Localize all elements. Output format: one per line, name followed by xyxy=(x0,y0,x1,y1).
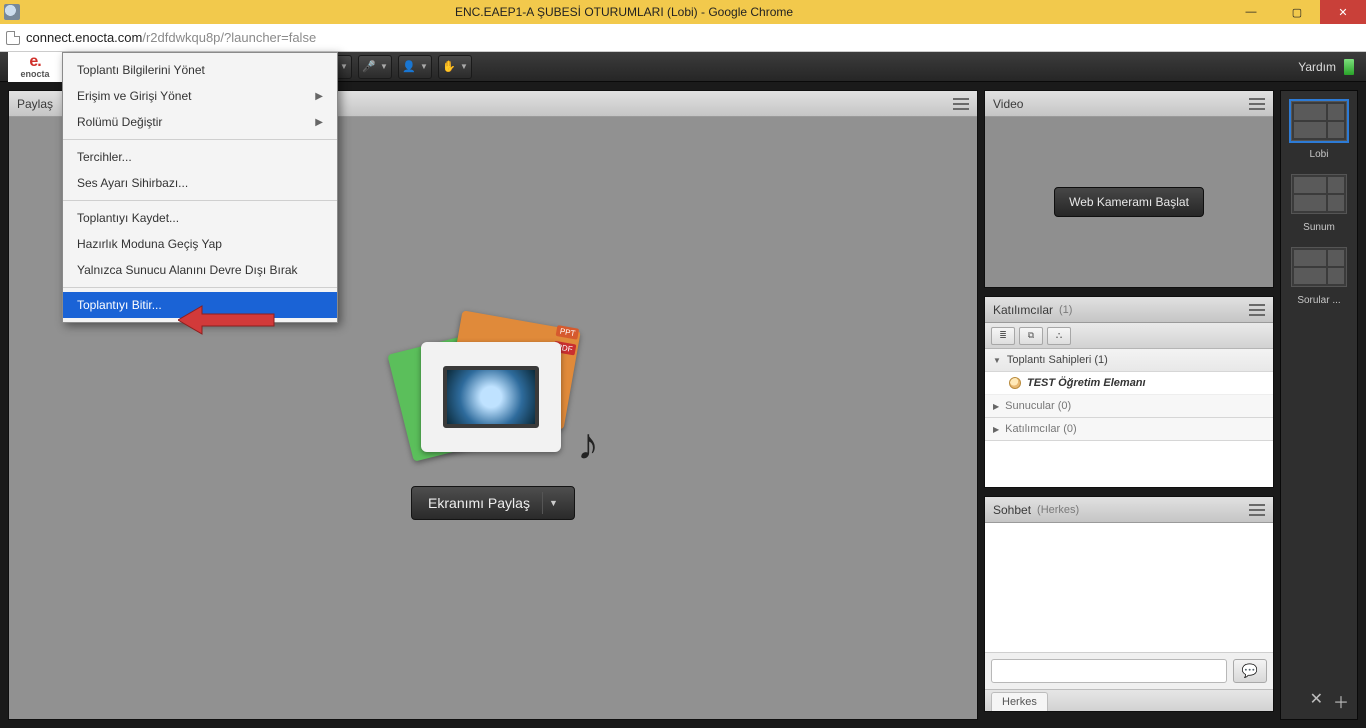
dd-manage-access[interactable]: Erişim ve Girişi Yönet▶ xyxy=(63,83,337,109)
participants-toolbar: ≣ ⧉ ⛬ xyxy=(985,323,1273,349)
raise-hand-icon: ✋ xyxy=(442,60,456,73)
chevron-down-icon: ▼ xyxy=(380,62,388,71)
chat-input-row: 💬 xyxy=(985,652,1273,689)
participants-count: (1) xyxy=(1059,304,1072,316)
window-buttons: — ▢ ✕ xyxy=(1228,0,1366,24)
close-button[interactable]: ✕ xyxy=(1320,0,1366,24)
connection-indicator[interactable] xyxy=(1344,59,1354,75)
microphone-button[interactable]: 🎤▼ xyxy=(358,55,392,79)
add-layout-icon[interactable]: ＋ xyxy=(1333,689,1349,713)
maximize-button[interactable]: ▢ xyxy=(1274,0,1320,24)
user-icon xyxy=(1009,377,1021,389)
video-pod: Video Web Kameramı Başlat xyxy=(984,90,1274,288)
participants-title: Katılımcılar xyxy=(993,303,1053,317)
chat-pod-header: Sohbet (Herkes) xyxy=(985,497,1273,523)
dd-record[interactable]: Toplantıyı Kaydet... xyxy=(63,205,337,231)
triangle-right-icon: ▶ xyxy=(993,425,999,434)
dd-audio-wizard[interactable]: Ses Ayarı Sihirbazı... xyxy=(63,170,337,196)
dd-change-role[interactable]: Rolümü Değiştir▶ xyxy=(63,109,337,135)
dd-presenter-only[interactable]: Yalnızca Sunucu Alanını Devre Dışı Bırak xyxy=(63,257,337,283)
ppt-badge: PPT xyxy=(556,325,579,340)
speech-bubble-icon: 💬 xyxy=(1242,663,1258,679)
chat-tab-everyone[interactable]: Herkes xyxy=(991,692,1048,711)
share-screen-label: Ekranımı Paylaş xyxy=(428,495,530,511)
share-illustration: PPT PDF ♪ xyxy=(393,316,593,466)
dropdown-separator xyxy=(63,200,337,201)
app-root: e. enocta Toplantı Düzenler Bölmeler Ses… xyxy=(0,52,1366,728)
participants-list: ▼Toplantı Sahipleri (1) TEST Öğretim Ele… xyxy=(985,349,1273,487)
chat-messages xyxy=(985,523,1273,652)
microphone-icon: 🎤 xyxy=(362,60,376,73)
layout-label: Sorular ... xyxy=(1297,295,1340,306)
view-list-button[interactable]: ≣ xyxy=(991,327,1015,345)
chevron-down-icon: ▼ xyxy=(420,62,428,71)
participant-name: TEST Öğretim Elemanı xyxy=(1027,377,1146,389)
dd-prepare-mode[interactable]: Hazırlık Moduna Geçiş Yap xyxy=(63,231,337,257)
participants-pod: Katılımcılar (1) ≣ ⧉ ⛬ ▼Toplantı Sahiple… xyxy=(984,296,1274,488)
webcam-button[interactable]: 👤▼ xyxy=(398,55,432,79)
layout-label: Sunum xyxy=(1303,222,1335,233)
meeting-dropdown: Toplantı Bilgilerini Yönet Erişim ve Gir… xyxy=(62,52,338,323)
layouts-panel: Lobi Sunum Sorular ... ✕ ＋ xyxy=(1280,90,1358,720)
group-hosts[interactable]: ▼Toplantı Sahipleri (1) xyxy=(985,349,1273,372)
pod-options-icon[interactable] xyxy=(1249,304,1265,316)
window-title: ENC.EAEP1-A ŞUBESİ OTURUMLARI (Lobi) - G… xyxy=(20,5,1228,19)
chat-scope: (Herkes) xyxy=(1037,504,1079,516)
music-note-icon: ♪ xyxy=(577,420,599,470)
group-presenters[interactable]: ▶Sunucular (0) xyxy=(985,395,1273,418)
share-pod-title: Paylaş xyxy=(17,97,53,111)
minimize-button[interactable]: — xyxy=(1228,0,1274,24)
dd-preferences[interactable]: Tercihler... xyxy=(63,144,337,170)
raise-hand-button[interactable]: ✋▼ xyxy=(438,55,472,79)
layout-thumb-lobby[interactable] xyxy=(1291,101,1347,141)
video-pod-header: Video xyxy=(985,91,1273,117)
pod-options-icon[interactable] xyxy=(953,98,969,110)
url-path: /r2dfdwkqu8p/?launcher=false xyxy=(142,30,316,45)
layout-label: Lobi xyxy=(1310,149,1329,160)
app-icon xyxy=(4,4,20,20)
view-breakout-button[interactable]: ⛬ xyxy=(1047,327,1071,345)
webcam-icon: 👤 xyxy=(402,60,416,73)
address-bar[interactable]: connect.enocta.com/r2dfdwkqu8p/?launcher… xyxy=(0,24,1366,52)
triangle-down-icon: ▼ xyxy=(993,356,1001,365)
chat-tabs: Herkes xyxy=(985,689,1273,711)
right-column: Video Web Kameramı Başlat Katılımcılar (… xyxy=(984,90,1274,720)
participants-pod-header: Katılımcılar (1) xyxy=(985,297,1273,323)
view-status-button[interactable]: ⧉ xyxy=(1019,327,1043,345)
pod-options-icon[interactable] xyxy=(1249,504,1265,516)
window-titlebar: ENC.EAEP1-A ŞUBESİ OTURUMLARI (Lobi) - G… xyxy=(0,0,1366,24)
dropdown-separator xyxy=(63,139,337,140)
layout-thumb-presentation[interactable] xyxy=(1291,174,1347,214)
dd-manage-info[interactable]: Toplantı Bilgilerini Yönet xyxy=(63,57,337,83)
url-host: connect.enocta.com xyxy=(26,30,142,45)
chevron-down-icon: ▼ xyxy=(340,62,348,71)
close-layouts-icon[interactable]: ✕ xyxy=(1310,689,1323,713)
dropdown-separator xyxy=(63,287,337,288)
chevron-down-icon[interactable]: ▼ xyxy=(542,492,564,514)
share-screen-button[interactable]: Ekranımı Paylaş ▼ xyxy=(411,486,575,520)
submenu-arrow-icon: ▶ xyxy=(315,117,323,128)
chevron-down-icon: ▼ xyxy=(460,62,468,71)
pod-options-icon[interactable] xyxy=(1249,98,1265,110)
chat-send-button[interactable]: 💬 xyxy=(1233,659,1267,683)
monitor-icon xyxy=(443,366,539,428)
brand-logo: e. enocta xyxy=(8,52,62,82)
start-webcam-button[interactable]: Web Kameramı Başlat xyxy=(1054,187,1204,217)
chat-title: Sohbet xyxy=(993,503,1031,517)
video-pod-body: Web Kameramı Başlat xyxy=(985,117,1273,287)
video-pod-title: Video xyxy=(993,97,1023,111)
chat-input[interactable] xyxy=(991,659,1227,683)
triangle-right-icon: ▶ xyxy=(993,402,999,411)
dd-end-meeting[interactable]: Toplantıyı Bitir... xyxy=(63,292,337,318)
layout-thumb-questions[interactable] xyxy=(1291,247,1347,287)
help-menu[interactable]: Yardım xyxy=(1298,60,1336,74)
participant-row[interactable]: TEST Öğretim Elemanı xyxy=(985,372,1273,395)
page-icon xyxy=(6,31,20,45)
chat-pod: Sohbet (Herkes) 💬 Herkes xyxy=(984,496,1274,712)
group-participants[interactable]: ▶Katılımcılar (0) xyxy=(985,418,1273,441)
submenu-arrow-icon: ▶ xyxy=(315,91,323,102)
